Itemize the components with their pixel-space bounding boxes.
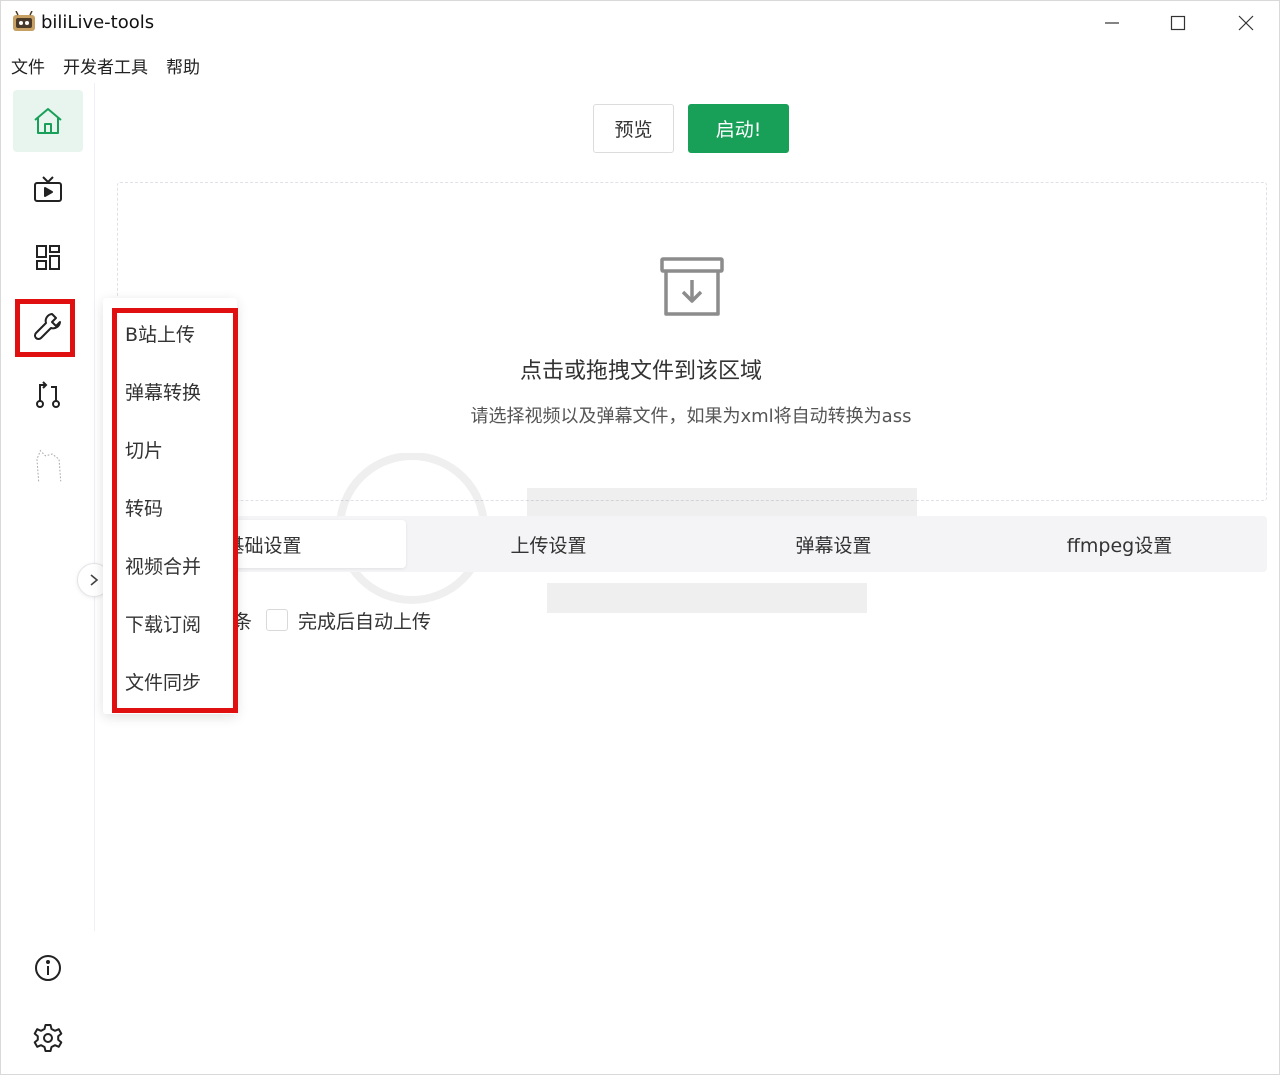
maximize-button[interactable] <box>1151 7 1205 39</box>
file-dropzone[interactable] <box>117 182 1267 501</box>
tab-upload-label: 上传设置 <box>510 534 587 557</box>
sidebar-item-settings[interactable] <box>13 1010 83 1066</box>
sidebar <box>1 83 95 1052</box>
sidebar-item-info[interactable] <box>13 940 83 996</box>
options-row: 条 完成后自动上传 <box>233 605 431 635</box>
minimize-button[interactable] <box>1085 7 1139 39</box>
menu-devtools[interactable]: 开发者工具 <box>53 49 156 79</box>
dashboard-icon <box>36 245 60 270</box>
preview-button[interactable]: 预览 <box>593 104 674 153</box>
sidebar-item-live[interactable] <box>13 159 83 221</box>
minimize-icon <box>1105 22 1119 24</box>
highlight-box-tools <box>15 299 75 357</box>
tab-danmaku[interactable]: 弹幕设置 <box>691 516 976 572</box>
chevron-right-icon <box>90 574 99 586</box>
menu-bar: 文件 开发者工具 帮助 <box>1 49 208 79</box>
tab-ffmpeg-label: ffmpeg设置 <box>1066 534 1173 557</box>
info-icon <box>35 955 61 981</box>
close-button[interactable] <box>1219 7 1273 39</box>
gear-icon <box>33 1024 63 1052</box>
highlight-box-popup <box>112 308 238 713</box>
start-button[interactable]: 启动! <box>688 104 789 153</box>
tab-danmaku-label: 弹幕设置 <box>795 534 872 557</box>
window-title: biliLive-tools <box>41 12 155 33</box>
app-logo-icon <box>13 11 35 31</box>
mascot-icon <box>36 449 62 482</box>
tab-upload[interactable]: 上传设置 <box>406 516 691 572</box>
auto-upload-checkbox[interactable] <box>266 609 289 631</box>
settings-tabs: 基础设置 上传设置 弹幕设置 ffmpeg设置 <box>117 516 1267 572</box>
close-icon <box>1238 15 1254 31</box>
maximize-icon <box>1170 15 1186 31</box>
archive-download-icon <box>660 257 724 316</box>
live-tv-icon <box>34 176 62 202</box>
sidebar-item-dashboard[interactable] <box>13 227 83 289</box>
app-window: biliLive-tools 文件 开发者工具 帮助 预览 启动! 点击或拖拽文… <box>0 0 1280 1075</box>
sidebar-item-mascot[interactable] <box>13 435 83 497</box>
tab-ffmpeg[interactable]: ffmpeg设置 <box>976 516 1263 572</box>
menu-file[interactable]: 文件 <box>1 49 53 79</box>
auto-upload-label[interactable]: 完成后自动上传 <box>298 607 431 634</box>
home-icon <box>34 108 62 134</box>
sidebar-item-home[interactable] <box>13 90 83 152</box>
title-bar: biliLive-tools <box>1 1 1280 45</box>
menu-help[interactable]: 帮助 <box>156 49 208 79</box>
